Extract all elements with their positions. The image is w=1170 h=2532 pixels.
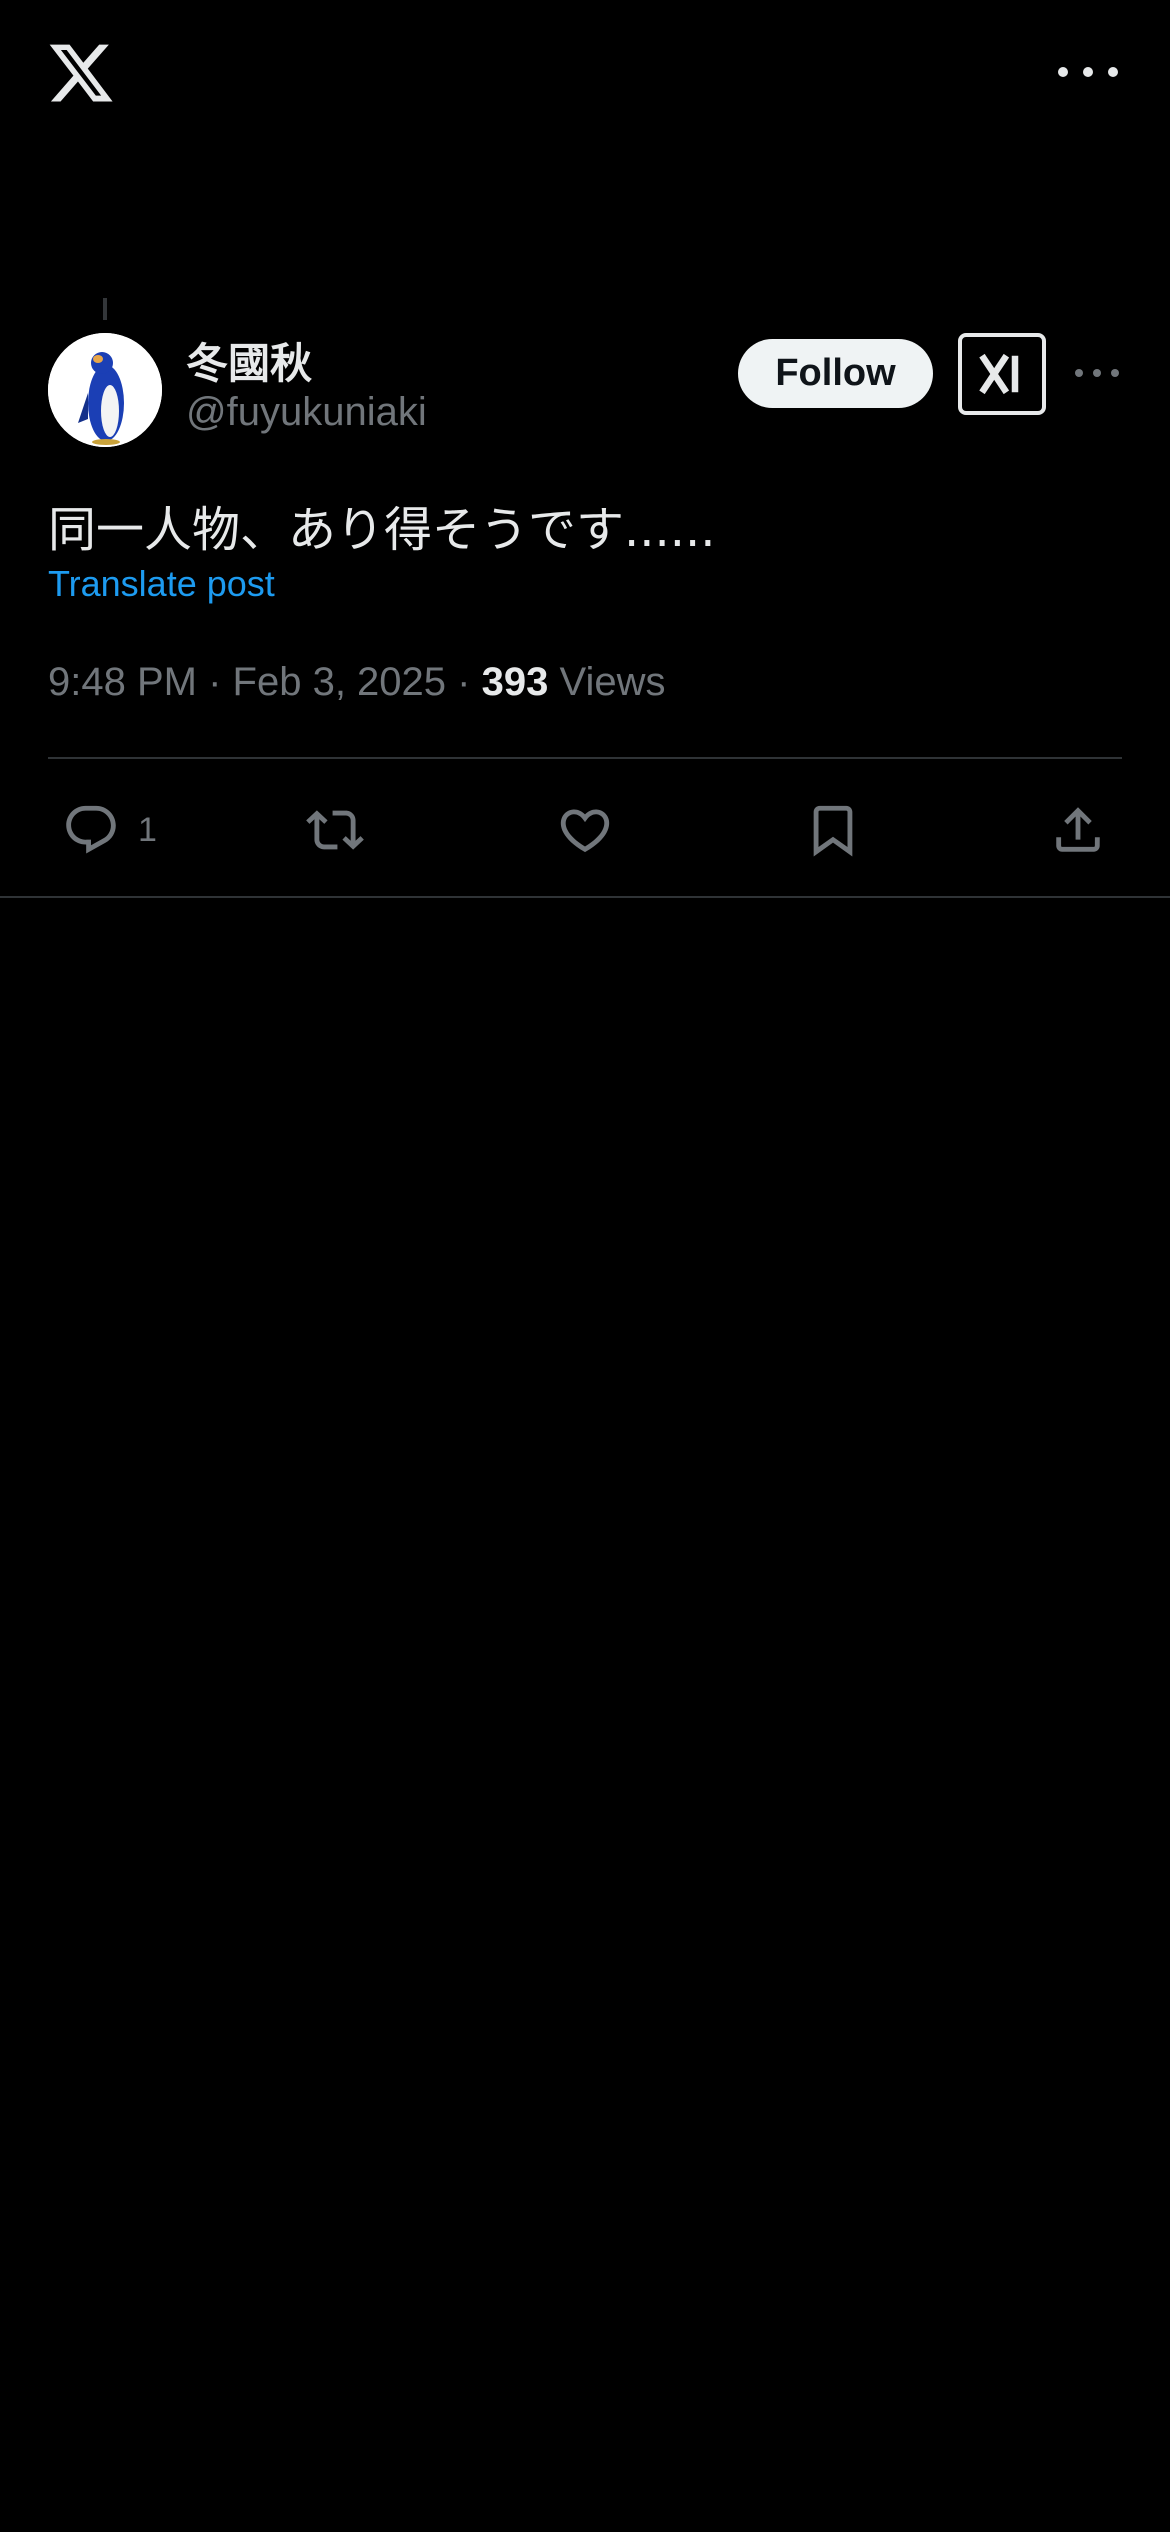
like-button[interactable] xyxy=(556,798,614,862)
author-display-name[interactable]: 冬國秋 xyxy=(186,330,312,391)
repost-button[interactable] xyxy=(306,798,364,862)
share-button[interactable] xyxy=(1049,798,1107,862)
more-horizontal-icon xyxy=(1058,67,1068,77)
heart-icon xyxy=(560,809,610,853)
more-menu-button[interactable] xyxy=(1058,52,1118,92)
follow-button[interactable]: Follow xyxy=(738,339,933,408)
author-handle[interactable]: @fuyukuniaki xyxy=(186,390,427,435)
post-text: 同一人物、あり得そうです...... xyxy=(48,502,716,558)
x-logo-icon[interactable] xyxy=(46,38,116,108)
views-count: 393 xyxy=(481,660,549,704)
divider xyxy=(0,896,1170,898)
reply-icon xyxy=(66,805,116,854)
grok-button[interactable] xyxy=(958,333,1046,415)
reply-button[interactable]: 1 xyxy=(62,798,157,862)
post-date[interactable]: Feb 3, 2025 xyxy=(233,660,447,704)
grok-icon xyxy=(979,353,1019,395)
separator: · xyxy=(457,660,471,704)
top-bar xyxy=(0,0,1170,150)
thread-connector xyxy=(103,298,107,320)
post-metadata: 9:48 PM · Feb 3, 2025 · 393 Views xyxy=(48,660,665,705)
translate-post-link[interactable]: Translate post xyxy=(48,563,275,605)
separator: · xyxy=(208,660,222,704)
bookmark-icon xyxy=(813,805,853,857)
post-more-button[interactable] xyxy=(1075,360,1119,386)
bookmark-button[interactable] xyxy=(804,798,862,862)
share-icon xyxy=(1056,807,1100,852)
reply-count: 1 xyxy=(138,810,157,849)
divider xyxy=(48,757,1122,759)
repost-icon xyxy=(306,810,364,850)
views-label: Views xyxy=(559,660,666,704)
more-horizontal-icon xyxy=(1075,369,1083,377)
avatar[interactable] xyxy=(48,333,162,447)
post-time[interactable]: 9:48 PM xyxy=(48,660,197,704)
action-bar: 1 xyxy=(0,780,1170,880)
